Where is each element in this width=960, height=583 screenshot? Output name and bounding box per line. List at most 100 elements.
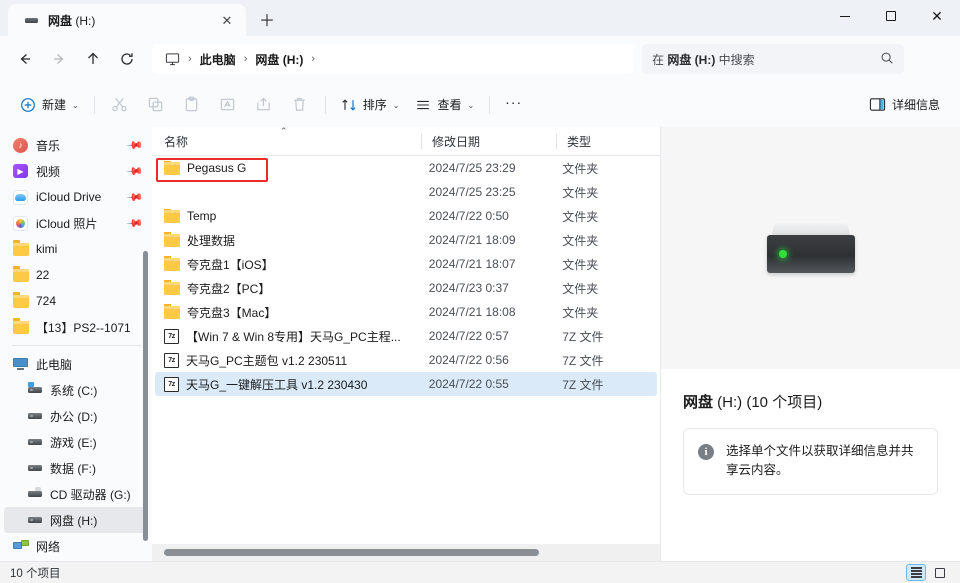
rename-button[interactable] [210, 89, 246, 121]
table-row[interactable]: Pegasus G 2024/7/25 23:29 文件夹 [155, 156, 657, 180]
sidebar-item-4[interactable]: 游戏 (E:) [4, 429, 148, 455]
folder-icon [164, 303, 180, 319]
new-button[interactable]: 新建 ⌄ [12, 89, 87, 121]
horizontal-scrollbar[interactable] [152, 544, 660, 561]
file-name-label: 夸克盘3【Mac】 [187, 305, 277, 320]
column-header-type[interactable]: 类型 [557, 127, 660, 156]
tab-strip: 网盘 (H:) ✕ ＋ [0, 0, 282, 36]
scrollbar-thumb[interactable] [143, 251, 148, 541]
sidebar-item-label: 网盘 (H:) [50, 513, 98, 528]
divider [12, 345, 142, 346]
sort-button[interactable]: 排序 ⌄ [333, 89, 408, 121]
sidebar-item-4[interactable]: iCloud 照片 📌 [4, 210, 148, 236]
table-row[interactable]: 2024/7/25 23:25 文件夹 [155, 180, 657, 204]
forward-button[interactable] [44, 44, 74, 74]
sidebar-scrollbar[interactable] [141, 127, 149, 561]
sidebar-item-label: 音乐 [36, 138, 61, 153]
breadcrumb-item-wangpan[interactable]: 网盘 (H:) [250, 47, 308, 71]
sidebar-item-8[interactable]: 网络 [4, 533, 148, 559]
address-bar[interactable]: › 此电脑 › 网盘 (H:) › [152, 44, 634, 74]
search-input[interactable]: 在 网盘 (H:) 中搜索 [642, 44, 904, 74]
new-tab-button[interactable]: ＋ [252, 5, 282, 33]
details-pane: 网盘 (H:) (10 个项目) i 选择单个文件以获取详细信息并共享云内容。 [661, 127, 960, 561]
7z-icon: 7z [164, 352, 179, 368]
details-info-box: i 选择单个文件以获取详细信息并共享云内容。 [683, 428, 938, 495]
table-row[interactable]: 7z 【Win 7 & Win 8专用】天马G_PC主程... 2024/7/22 … [155, 324, 657, 348]
up-button[interactable] [78, 44, 108, 74]
file-explorer-window: 网盘 (H:) ✕ ＋ ✕ › 此电脑 › 网盘 (H:) › 在 网盘 (H:… [0, 0, 960, 583]
breadcrumb-separator[interactable]: › [241, 47, 251, 71]
maximize-button[interactable] [868, 0, 914, 32]
search-icon [880, 51, 894, 68]
view-button[interactable]: 查看 ⌄ [407, 89, 482, 121]
chevron-down-icon: ⌄ [72, 101, 79, 110]
sort-ascending-icon: ⌃ [280, 127, 288, 136]
breadcrumb-item-this-pc[interactable]: 此电脑 [195, 47, 241, 71]
table-row[interactable]: Temp 2024/7/22 0:50 文件夹 [155, 204, 657, 228]
file-list-pane: 名称 ⌃ 修改日期 类型 Pegasus G 2024/7/25 23:29 文件夹… [152, 127, 660, 561]
sidebar-item-1[interactable]: 此电脑 [4, 351, 148, 377]
table-row[interactable]: 夸克盘2【PC】 2024/7/23 0:37 文件夹 [155, 276, 657, 300]
sidebar-item-label: iCloud 照片 [36, 216, 98, 231]
cut-button[interactable] [102, 89, 138, 121]
icloud-photos-icon [12, 215, 29, 232]
more-options-button[interactable]: ··· [497, 89, 530, 121]
refresh-button[interactable] [112, 44, 142, 74]
breadcrumb-this-pc-icon[interactable] [160, 47, 185, 71]
paste-button[interactable] [174, 89, 210, 121]
explorer-body: ♪ 音乐 📌 ▶ 视频 📌 iCloud Drive 📌 iCloud 照片 📌 kimi 22 724… [0, 127, 960, 561]
column-header-name[interactable]: 名称 ⌃ [152, 127, 422, 156]
table-row[interactable]: 7z 天马G_一键解压工具 v1.2 230430 2024/7/22 0:55 7Z… [155, 372, 657, 396]
sidebar-item-7[interactable]: 网盘 (H:) [4, 507, 148, 533]
sidebar-item-6[interactable]: 22 [4, 262, 148, 288]
7z-icon: 7z [164, 328, 179, 344]
details-pane-button[interactable]: 详细信息 [861, 89, 948, 121]
tab-wangpan-h[interactable]: 网盘 (H:) ✕ [8, 4, 246, 36]
7z-icon: 7z [164, 376, 179, 392]
close-window-button[interactable]: ✕ [914, 0, 960, 32]
cell-name: 夸克盘2【PC】 [155, 279, 422, 297]
sidebar-item-8[interactable]: 【13】PS2--1071 [4, 314, 148, 340]
copy-button[interactable] [138, 89, 174, 121]
sidebar-item-label: 视频 [36, 164, 61, 179]
delete-button[interactable] [282, 89, 318, 121]
navigation-bar: › 此电脑 › 网盘 (H:) › 在 网盘 (H:) 中搜索 [0, 36, 960, 82]
folder-icon [164, 161, 180, 175]
table-row[interactable]: 7z 天马G_PC主题包 v1.2 230511 2024/7/22 0:56 7Z … [155, 348, 657, 372]
drive-icon [26, 434, 43, 451]
breadcrumb-separator[interactable]: › [185, 47, 195, 71]
sidebar-item-5[interactable]: kimi [4, 236, 148, 262]
scrollbar-thumb[interactable] [164, 549, 539, 556]
sidebar-item-2[interactable]: 系统 (C:) [4, 377, 148, 403]
sidebar-item-5[interactable]: 数据 (F:) [4, 455, 148, 481]
details-view-icon[interactable] [906, 564, 926, 581]
large-icons-view-icon[interactable] [930, 564, 950, 581]
sidebar-item-6[interactable]: CD 驱动器 (G:) [4, 481, 148, 507]
drive-icon [26, 408, 43, 425]
folder-icon [164, 231, 180, 247]
table-row[interactable]: 夸克盘1【iOS】 2024/7/21 18:07 文件夹 [155, 252, 657, 276]
search-placeholder: 在 网盘 (H:) 中搜索 [652, 52, 755, 67]
breadcrumb-separator[interactable]: › [308, 47, 318, 71]
minimize-button[interactable] [822, 0, 868, 32]
sidebar-item-label: kimi [36, 242, 58, 256]
back-button[interactable] [10, 44, 40, 74]
cell-date: 2024/7/22 0:57 [428, 329, 509, 343]
sidebar-item-3[interactable]: 办公 (D:) [4, 403, 148, 429]
network-icon [12, 538, 29, 555]
close-icon[interactable]: ✕ [216, 9, 238, 31]
navigation-pane: ♪ 音乐 📌 ▶ 视频 📌 iCloud Drive 📌 iCloud 照片 📌 kimi 22 724… [0, 127, 152, 561]
table-row[interactable]: 夸克盘3【Mac】 2024/7/21 18:08 文件夹 [155, 300, 657, 324]
table-row[interactable]: 处理数据 2024/7/21 18:09 文件夹 [155, 228, 657, 252]
cell-name: 处理数据 [155, 231, 422, 249]
sidebar-item-7[interactable]: 724 [4, 288, 148, 314]
column-header-date[interactable]: 修改日期 [422, 127, 557, 156]
column-header-date-label: 修改日期 [432, 134, 481, 149]
sidebar-item-1[interactable]: ♪ 音乐 📌 [4, 132, 148, 158]
file-name-label: 处理数据 [187, 233, 236, 248]
sidebar-item-3[interactable]: iCloud Drive 📌 [4, 184, 148, 210]
sidebar-item-2[interactable]: ▶ 视频 📌 [4, 158, 148, 184]
details-info-text: 选择单个文件以获取详细信息并共享云内容。 [726, 444, 914, 478]
share-button[interactable] [246, 89, 282, 121]
details-title: 网盘 (H:) (10 个项目) [683, 394, 823, 411]
